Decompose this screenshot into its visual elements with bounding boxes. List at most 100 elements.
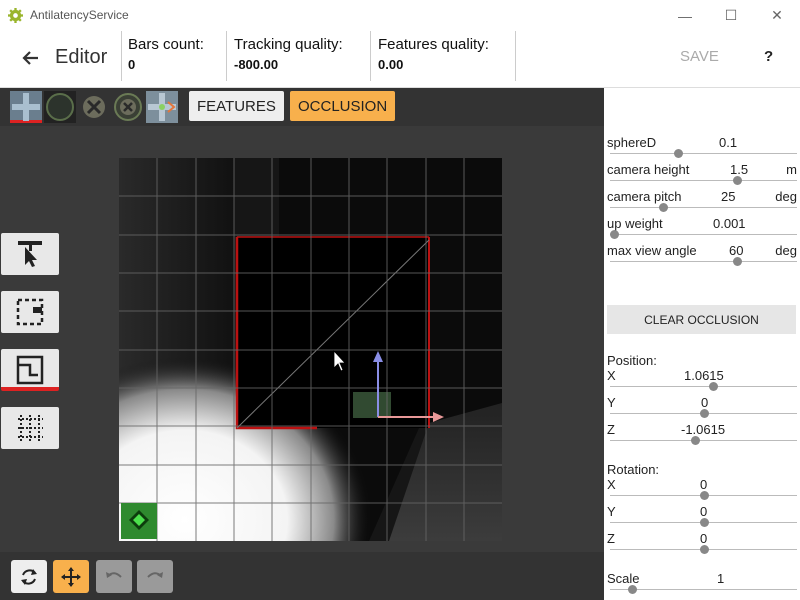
select-tool-button[interactable]: [1, 233, 59, 275]
app-window: AntilatencyService — ☐ ✕ Editor Bars cou…: [0, 0, 800, 600]
rotation-x-row: X0: [607, 477, 797, 504]
axis-gizmo-icon[interactable]: [146, 91, 178, 123]
3d-viewport[interactable]: [0, 126, 604, 552]
grid-icon: [18, 415, 43, 441]
sphered-slider-track[interactable]: [610, 153, 797, 154]
rotation-x-slider-thumb[interactable]: [699, 491, 709, 500]
position-y-slider-thumb[interactable]: [699, 409, 709, 418]
sphered-value: 0.1: [719, 135, 738, 150]
position-y-value: 0: [701, 395, 709, 410]
position-y-label: Y: [607, 395, 616, 410]
max-view-angle-slider-thumb[interactable]: [732, 257, 742, 266]
maximize-button[interactable]: ☐: [708, 0, 754, 31]
title-bar: AntilatencyService — ☐ ✕: [0, 0, 800, 31]
up-weight-row: up weight 0.001: [607, 216, 797, 243]
position-z-value: -1.0615: [681, 422, 726, 437]
max-view-angle-label: max view angle: [607, 243, 697, 258]
position-z-label: Z: [607, 422, 615, 437]
undo-button[interactable]: [96, 560, 132, 593]
camera-height-row: camera height 1.5 m: [607, 162, 797, 189]
tracker-marker[interactable]: [121, 503, 157, 539]
box-select-tool-button[interactable]: [1, 291, 59, 333]
up-weight-label: up weight: [607, 216, 663, 231]
camera-pitch-label: camera pitch: [607, 189, 682, 204]
marker-ring-x-icon[interactable]: [112, 91, 144, 123]
sphered-row: sphereD 0.1: [607, 135, 797, 162]
rotation-z-label: Z: [607, 531, 615, 546]
grid-tool-button[interactable]: [1, 407, 59, 449]
rotation-section-title: Rotation:: [607, 462, 660, 477]
redo-icon: [147, 571, 163, 578]
tab-occlusion[interactable]: OCCLUSION: [290, 91, 396, 121]
redo-button[interactable]: [137, 560, 173, 593]
close-button[interactable]: ✕: [754, 0, 800, 31]
help-button[interactable]: ?: [764, 48, 773, 65]
sphered-slider-thumb[interactable]: [674, 149, 684, 158]
rotation-x-label: X: [607, 477, 616, 492]
position-section-title: Position:: [607, 353, 657, 368]
scale-slider-thumb[interactable]: [628, 585, 638, 594]
window-title: AntilatencyService: [30, 8, 129, 22]
dashed-box-icon: [16, 298, 44, 326]
stat-value: 0.00: [378, 57, 404, 72]
rotate-mode-button[interactable]: [11, 560, 47, 593]
position-z-slider-thumb[interactable]: [690, 436, 700, 445]
up-weight-value: 0.001: [713, 216, 746, 231]
bottom-toolbar: [0, 552, 604, 600]
pointer-select-icon: [18, 241, 42, 267]
rotation-z-value: 0: [700, 531, 708, 546]
position-x-slider-thumb[interactable]: [708, 382, 718, 391]
rotation-y-label: Y: [607, 504, 616, 519]
undo-icon: [106, 571, 122, 578]
camera-pitch-row: camera pitch 25 deg: [607, 189, 797, 216]
save-button[interactable]: SAVE: [680, 48, 719, 65]
up-weight-slider-thumb[interactable]: [610, 230, 619, 239]
camera-height-slider-track[interactable]: [610, 180, 797, 181]
max-view-angle-row: max view angle 60 deg: [607, 243, 797, 270]
rotation-z-row: Z0: [607, 531, 797, 558]
tab-features[interactable]: FEATURES: [189, 91, 284, 121]
bars-count-stat: Bars count: 0: [128, 36, 204, 72]
occlusion-shape-icon: [16, 355, 44, 385]
occlusion-draw-tool-button[interactable]: [1, 349, 59, 391]
scale-slider-track[interactable]: [610, 589, 797, 590]
view-toolbar: FEATURES OCCLUSION: [0, 88, 604, 126]
position-x-value: 1.0615: [684, 368, 724, 383]
tracking-quality-stat: Tracking quality: -800.00: [234, 36, 343, 72]
camera-pitch-slider-track[interactable]: [610, 207, 797, 208]
position-y-row: Y0: [607, 395, 797, 422]
minimize-button[interactable]: —: [662, 0, 708, 31]
rotation-y-slider-thumb[interactable]: [699, 518, 709, 527]
marker-x-icon[interactable]: [78, 91, 110, 123]
editor-header: Editor Bars count: 0 Tracking quality: -…: [0, 31, 800, 88]
position-x-label: X: [607, 368, 616, 383]
rotation-y-value: 0: [700, 504, 708, 519]
camera-height-unit: m: [786, 162, 797, 177]
scene-render: [119, 158, 502, 541]
position-x-row: X 1.0615: [607, 368, 797, 395]
circle-view-icon[interactable]: [44, 91, 76, 123]
stat-value: 0: [128, 57, 136, 72]
divider: [226, 31, 227, 81]
gear-app-icon: [8, 8, 23, 23]
move-icon: [61, 566, 81, 587]
camera-height-slider-thumb[interactable]: [732, 176, 742, 185]
move-mode-button[interactable]: [53, 560, 89, 593]
properties-panel: sphereD 0.1 camera height 1.5 m camera pitch 2…: [604, 88, 800, 600]
back-arrow-icon[interactable]: [18, 45, 44, 71]
divider: [515, 31, 516, 81]
floor-grid-canvas[interactable]: [119, 158, 502, 541]
up-weight-slider-track[interactable]: [610, 234, 797, 235]
stat-label: Bars count:: [128, 36, 204, 53]
clear-occlusion-button[interactable]: CLEAR OCCLUSION: [607, 305, 796, 334]
position-x-slider-track[interactable]: [610, 386, 797, 387]
rotation-z-slider-thumb[interactable]: [699, 545, 709, 554]
camera-pitch-slider-thumb[interactable]: [659, 203, 669, 212]
position-z-slider-track[interactable]: [610, 440, 797, 441]
camera-height-value: 1.5: [730, 162, 749, 177]
sphered-label: sphereD: [607, 135, 657, 150]
crosshair-view-icon[interactable]: [10, 91, 42, 123]
max-view-angle-slider-track[interactable]: [610, 261, 797, 262]
stat-label: Features quality:: [378, 36, 489, 53]
page-title: Editor: [55, 46, 108, 68]
